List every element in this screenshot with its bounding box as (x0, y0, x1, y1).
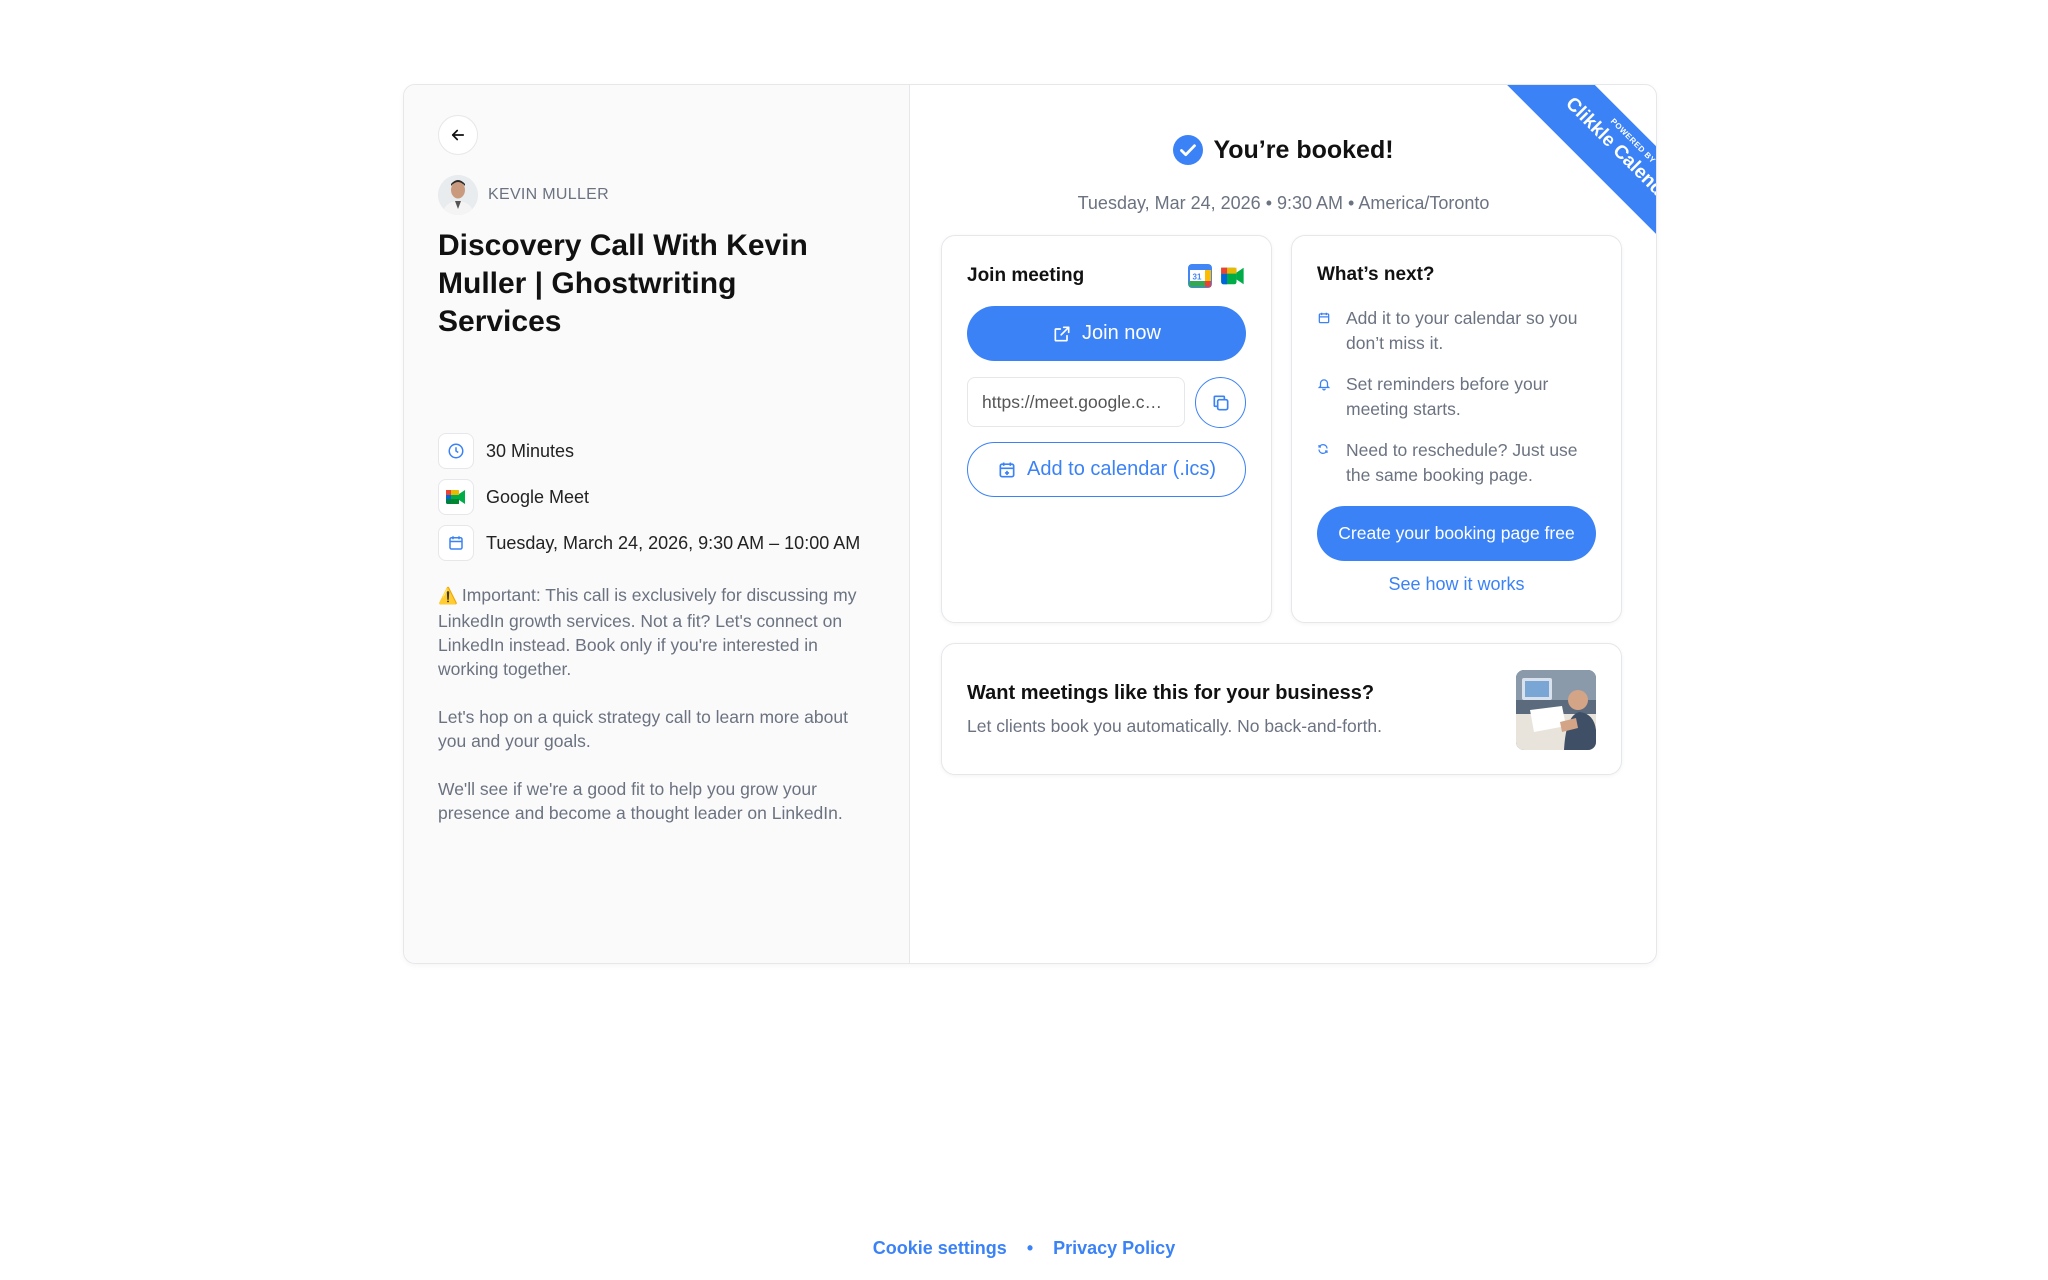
powered-by-ribbon[interactable]: POWERED BY Clikkle Calendar (1486, 85, 1656, 255)
meeting-link-field[interactable]: https://meet.google.com/ (967, 377, 1185, 427)
copy-link-button[interactable] (1195, 377, 1246, 428)
event-details-panel: KEVIN MULLER Discovery Call With Kevin M… (404, 85, 910, 963)
footer-separator: • (1026, 1238, 1034, 1258)
event-title: Discovery Call With Kevin Muller | Ghost… (438, 229, 808, 338)
calendar-icon (1317, 311, 1339, 325)
google-calendar-icon: 31 (1188, 264, 1212, 288)
host-row: KEVIN MULLER (438, 175, 609, 215)
add-to-calendar-button[interactable]: Add to calendar (.ics) (967, 442, 1246, 497)
calendar-plus-icon (999, 462, 1015, 477)
join-meeting-heading: Join meeting (967, 265, 1085, 286)
location-label: Google Meet (486, 486, 590, 507)
description-paragraph: ⚠️ Important: This call is exclusively fo… (438, 585, 857, 679)
description-paragraph: Let's hop on a quick strategy call to le… (438, 707, 848, 751)
arrow-left-icon (451, 129, 465, 141)
booked-title: You’re booked! (1213, 135, 1394, 164)
booked-datetime: Tuesday, Mar 24, 2026 • 9:30 AM • Americ… (1077, 193, 1490, 213)
description-paragraph: We'll see if we're a good fit to help yo… (438, 779, 843, 823)
ribbon-brand-text: Clikkle Calendar (1561, 93, 1656, 213)
host-name: KEVIN MULLER (488, 186, 609, 203)
copy-icon (1213, 395, 1228, 410)
whats-next-card: What’s next? Add it to your calendar so … (1291, 235, 1622, 623)
svg-text:31: 31 (1193, 273, 1202, 282)
calendar-icon (438, 525, 474, 561)
promo-title: Want meetings like this for your busines… (967, 682, 1375, 704)
join-meeting-card: Join meeting 31 Join now https://meet.go… (941, 235, 1272, 623)
promo-card[interactable]: Want meetings like this for your busines… (941, 643, 1622, 775)
create-booking-page-button[interactable]: Create your booking page free (1317, 506, 1596, 561)
see-how-it-works-link[interactable]: See how it works (1317, 574, 1596, 595)
bell-icon (1317, 377, 1339, 391)
check-circle-icon (1173, 135, 1204, 165)
refresh-icon (1317, 443, 1339, 455)
datetime-row: Tuesday, March 24, 2026, 9:30 AM – 10:00… (438, 525, 860, 561)
add-to-calendar-label: Add to calendar (.ics) (1027, 458, 1216, 480)
duration-row: 30 Minutes (438, 433, 574, 469)
join-now-label: Join now (1082, 322, 1161, 344)
back-button[interactable] (438, 115, 478, 155)
next-steps-list: Add it to your calendar so you don’t mis… (1317, 306, 1601, 504)
booking-card: KEVIN MULLER Discovery Call With Kevin M… (403, 84, 1657, 964)
join-now-button[interactable]: Join now (967, 306, 1246, 361)
datetime-label: Tuesday, March 24, 2026, 9:30 AM – 10:00… (486, 532, 861, 553)
duration-label: 30 Minutes (486, 440, 575, 461)
booked-header: You’re booked! (911, 135, 1656, 165)
promo-image (1516, 670, 1596, 750)
google-meet-icon (1221, 267, 1244, 285)
confirmation-panel: POWERED BY Clikkle Calendar You’re booke… (911, 85, 1656, 963)
clock-icon (438, 433, 474, 469)
list-item: Need to reschedule? Just use the same bo… (1317, 438, 1601, 488)
external-link-icon (1054, 326, 1070, 341)
privacy-policy-link[interactable]: Privacy Policy (1053, 1238, 1175, 1259)
promo-subtitle: Let clients book you automatically. No b… (967, 716, 1383, 736)
whats-next-heading: What’s next? (1317, 264, 1435, 285)
list-item: Set reminders before your meeting starts… (1317, 372, 1601, 422)
event-description: ⚠️ Important: This call is exclusively fo… (438, 583, 878, 849)
footer: Cookie settings • Privacy Policy (0, 1238, 2048, 1259)
warning-icon: ⚠️ (438, 588, 458, 605)
google-meet-icon (438, 479, 474, 515)
list-item: Add it to your calendar so you don’t mis… (1317, 306, 1601, 356)
cookie-settings-link[interactable]: Cookie settings (873, 1238, 1007, 1259)
avatar (438, 175, 478, 215)
location-row: Google Meet (438, 479, 589, 515)
